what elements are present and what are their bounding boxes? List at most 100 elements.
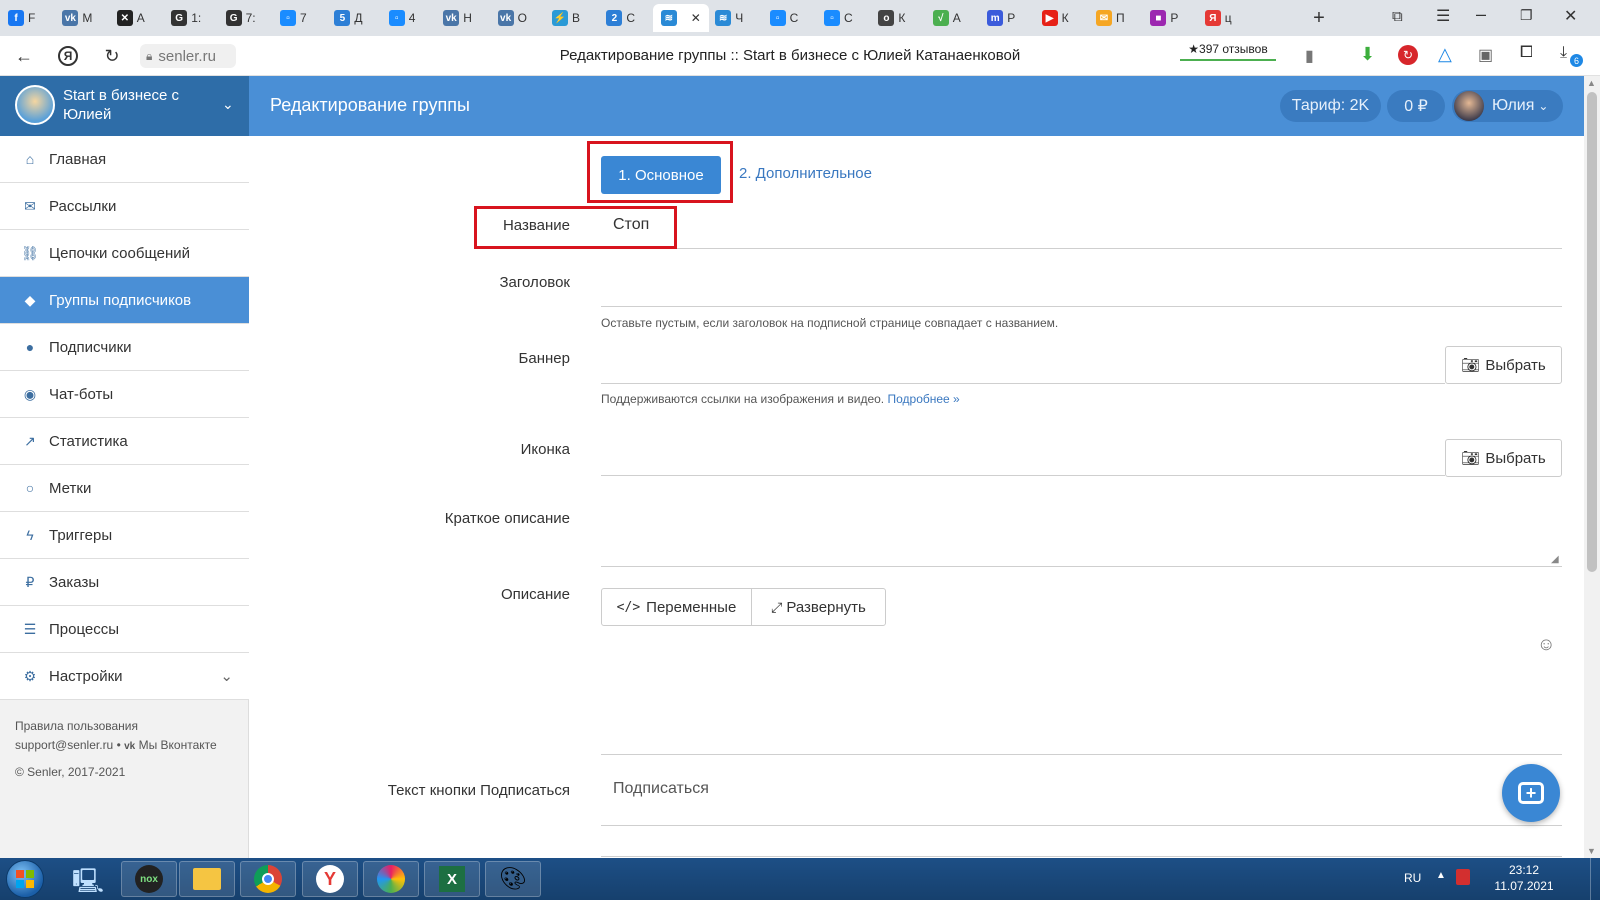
balance-pill[interactable]: 0 ₽ <box>1387 90 1445 122</box>
sidebar-item[interactable]: ○ Метки <box>0 465 249 512</box>
x-app-icon: ✕ <box>116 10 133 26</box>
browser-tab[interactable]: ▶ К <box>1034 4 1086 32</box>
scroll-down-icon[interactable]: ▼ <box>1587 846 1596 856</box>
language-indicator[interactable]: RU <box>1404 871 1421 885</box>
browser-tab[interactable]: ▫ 7 <box>272 4 324 32</box>
collections-icon[interactable]: ⧉ <box>1392 8 1403 25</box>
banner-input[interactable] <box>601 383 1445 384</box>
browser-tab[interactable]: ≋ Ч <box>707 4 759 32</box>
downloads-icon[interactable]: ⤓ 6 <box>1560 44 1583 67</box>
emoji-icon[interactable]: ☺ <box>1537 634 1555 655</box>
yandex-logo-icon[interactable]: Я <box>56 44 80 68</box>
browser-tab[interactable]: G 1: <box>163 4 215 32</box>
paint-app-icon[interactable]: 🎨︎ <box>485 861 541 897</box>
sidebar-item[interactable]: ✉ Рассылки <box>0 183 249 230</box>
ext-red-icon[interactable]: ↻ <box>1398 45 1418 65</box>
browser-tab[interactable]: Яц <box>1197 4 1249 32</box>
icon-input[interactable] <box>601 475 1445 476</box>
user-menu[interactable]: Юлия ⌄ <box>1452 90 1563 122</box>
yandex-app-icon[interactable]: Y <box>302 861 358 897</box>
banner-pick-button[interactable]: 📷︎ Выбрать <box>1445 346 1562 384</box>
browser-tab[interactable]: ≋ ✕ <box>652 4 709 32</box>
folder-app-icon[interactable] <box>179 861 235 897</box>
browser-tab[interactable]: G 7: <box>218 4 270 32</box>
terms-link[interactable]: Правила пользования <box>15 719 138 733</box>
reviews-badge[interactable]: ★397 отзывов <box>1180 42 1276 68</box>
download-ext-icon[interactable]: ⬇ <box>1360 44 1375 65</box>
browser-tab-title: F <box>28 11 36 25</box>
sidebar-item[interactable]: ϟ Триггеры <box>0 512 249 559</box>
browser-tab[interactable]: 5Д <box>326 4 378 32</box>
sidebar-item[interactable]: ⌂ Главная <box>0 136 249 183</box>
chrome-app-icon[interactable] <box>240 861 296 897</box>
show-desktop-button[interactable] <box>1590 858 1600 900</box>
extensions-icon[interactable]: ⧠ <box>1520 44 1533 62</box>
subscribe-input[interactable]: Подписаться <box>613 780 709 798</box>
tray-arrow-icon[interactable]: ▲ <box>1436 870 1446 881</box>
tariff-pill[interactable]: Тариф: 2K <box>1280 90 1381 122</box>
nox-app-icon[interactable]: nox <box>121 861 177 897</box>
close-window-icon[interactable]: ✕ <box>1564 6 1577 26</box>
browser-tab-title: С <box>844 11 853 25</box>
browser-tab[interactable]: ✕ A <box>109 4 161 32</box>
group-switcher[interactable]: Start в бизнесе с Юлией ⌄ <box>0 76 249 136</box>
url-field[interactable]: 🔒︎ senler.ru <box>140 44 236 68</box>
chat-icon: ▫ <box>280 10 296 26</box>
browser-tab[interactable]: 2С <box>598 4 650 32</box>
browser-tab[interactable]: oК <box>870 4 922 32</box>
sidebar-item[interactable]: ● Подписчики <box>0 324 249 371</box>
start-button[interactable] <box>6 860 44 898</box>
sidebar-item[interactable]: ◉ Чат-боты <box>0 371 249 418</box>
icon-pick-button[interactable]: 📷︎ Выбрать <box>1445 439 1562 477</box>
sidebar-item[interactable]: ↗ Статистика <box>0 418 249 465</box>
browser-tab[interactable]: √ А <box>925 4 977 32</box>
ext-triangle-icon[interactable]: △ <box>1438 44 1452 65</box>
menu-icon[interactable]: ☰ <box>1436 6 1450 26</box>
browser-tab[interactable]: ✉ П <box>1088 4 1140 32</box>
clock[interactable]: 23:12 11.07.2021 <box>1488 862 1560 894</box>
new-tab-button[interactable]: + <box>1307 6 1331 30</box>
sidebar-item[interactable]: ☰ Процессы <box>0 606 249 653</box>
browser-tab[interactable]: ⚡ В <box>544 4 596 32</box>
lock-icon: 🔒︎ <box>146 48 153 63</box>
tray-network-icon[interactable] <box>1456 869 1470 885</box>
variables-button[interactable]: </> Переменные <box>602 589 752 625</box>
browser-tab[interactable]: vk О <box>490 4 542 32</box>
sidebar-item[interactable]: ₽ Заказы <box>0 559 249 606</box>
expand-button[interactable]: ⤢ Развернуть <box>752 589 885 625</box>
minimize-icon[interactable]: – <box>1476 4 1486 25</box>
title-input[interactable] <box>601 306 1562 307</box>
browser-tab[interactable]: ▫ 4 <box>381 4 433 32</box>
bookmark-icon[interactable]: ▮ <box>1305 46 1314 66</box>
computer-icon[interactable]: 🖳︎ <box>72 864 104 905</box>
resize-handle-icon[interactable]: ◢ <box>1551 554 1559 565</box>
browser-tab[interactable]: vk M <box>54 4 106 32</box>
browser-tab[interactable]: mР <box>979 4 1031 32</box>
browser-tab-title: С <box>789 11 799 25</box>
sidebar-item[interactable]: ⚙ Настройки ⌄ <box>0 653 249 700</box>
sidebar-item[interactable]: ⛓ Цепочки сообщений <box>0 230 249 277</box>
restore-icon[interactable]: ❐ <box>1520 7 1533 24</box>
vertical-scrollbar[interactable]: ▲ ▼ <box>1584 76 1600 858</box>
browser-tab[interactable]: ▫ С <box>762 4 814 32</box>
chat-fab-button[interactable]: + <box>1502 764 1560 822</box>
scroll-up-icon[interactable]: ▲ <box>1587 78 1596 88</box>
browser-tab[interactable]: fF <box>0 4 52 32</box>
step-additional-link[interactable]: 2. Дополнительное <box>739 165 872 182</box>
close-tab-icon[interactable]: ✕ <box>691 11 701 25</box>
back-icon[interactable]: ← <box>12 44 36 68</box>
scroll-thumb[interactable] <box>1587 92 1597 572</box>
browser-tab[interactable]: ■ Р <box>1142 4 1194 32</box>
browser-tab[interactable]: ▫ С <box>816 4 868 32</box>
excel-app-icon[interactable]: X <box>424 861 480 897</box>
short-desc-textarea[interactable] <box>601 566 1562 567</box>
sidebar-item[interactable]: ◆ Группы подписчиков <box>0 277 249 324</box>
banner-help-link[interactable]: Подробнее » <box>887 392 959 406</box>
vk-link[interactable]: Мы Вконтакте <box>139 738 217 752</box>
desc-editor[interactable] <box>601 754 1562 755</box>
browser-tab[interactable]: vk Н <box>435 4 487 32</box>
ext-image-icon[interactable]: ▣ <box>1478 45 1493 65</box>
reload-icon[interactable]: ↻ <box>100 44 124 68</box>
support-email[interactable]: support@senler.ru <box>15 738 113 752</box>
media-app-icon[interactable] <box>363 861 419 897</box>
